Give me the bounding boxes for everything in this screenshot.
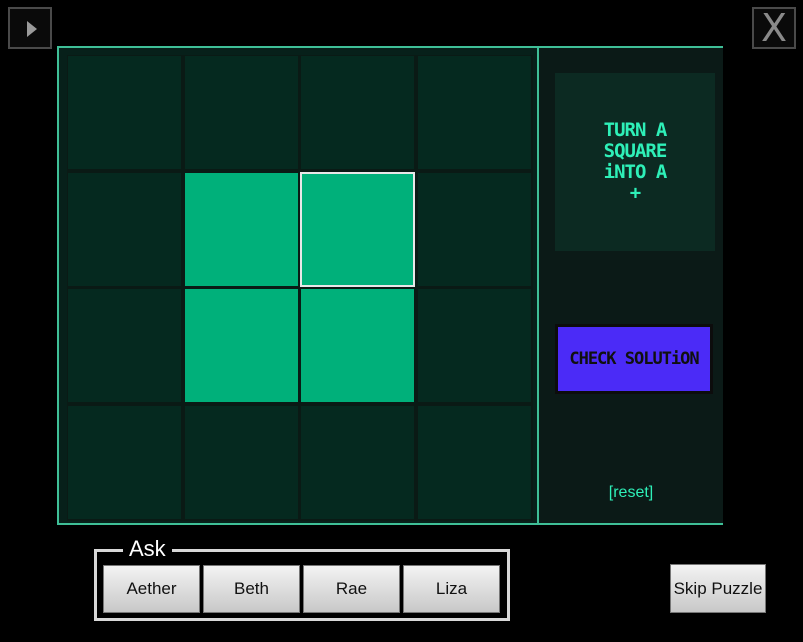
- grid-cell-r3-c2[interactable]: [300, 405, 415, 520]
- instruction-line: TURN A: [603, 119, 668, 141]
- instruction-line: +: [629, 182, 641, 204]
- grid-cell-r2-c3[interactable]: [417, 288, 532, 403]
- grid-cell-r3-c3[interactable]: [417, 405, 532, 520]
- grid-cell-r1-c0[interactable]: [67, 172, 182, 287]
- grid-cell-r2-c2[interactable]: [300, 288, 415, 403]
- puzzle-sidebar: TURN A SQUARE iNTO A + CHECK SOLUTiON [r…: [537, 48, 723, 523]
- grid-cell-r3-c1[interactable]: [184, 405, 299, 520]
- ask-group: Ask Aether Beth Rae Liza: [94, 536, 510, 621]
- grid-cell-r0-c0[interactable]: [67, 55, 182, 170]
- grid-cell-r1-c2[interactable]: [300, 172, 415, 287]
- grid-cell-r1-c1[interactable]: [184, 172, 299, 287]
- ask-rae-button[interactable]: Rae: [303, 565, 400, 613]
- reset-link[interactable]: [reset]: [539, 484, 723, 502]
- ask-aether-button[interactable]: Aether: [103, 565, 200, 613]
- grid-cell-r3-c0[interactable]: [67, 405, 182, 520]
- puzzle-grid: [67, 55, 533, 521]
- ask-beth-button[interactable]: Beth: [203, 565, 300, 613]
- skip-puzzle-button[interactable]: Skip Puzzle: [670, 564, 766, 613]
- play-icon: [27, 21, 37, 37]
- grid-cell-r2-c0[interactable]: [67, 288, 182, 403]
- puzzle-panel: TURN A SQUARE iNTO A + CHECK SOLUTiON [r…: [57, 46, 723, 525]
- instruction-line: iNTO A: [603, 161, 668, 183]
- ask-label: Ask: [123, 536, 172, 562]
- grid-cell-r2-c1[interactable]: [184, 288, 299, 403]
- grid-cell-r0-c1[interactable]: [184, 55, 299, 170]
- close-icon: X: [760, 6, 788, 50]
- grid-cell-r0-c3[interactable]: [417, 55, 532, 170]
- grid-cell-r1-c3[interactable]: [417, 172, 532, 287]
- check-solution-button[interactable]: CHECK SOLUTiON: [555, 324, 713, 394]
- grid-cell-r0-c2[interactable]: [300, 55, 415, 170]
- instruction-box: TURN A SQUARE iNTO A +: [555, 73, 715, 251]
- close-button[interactable]: X: [752, 7, 796, 49]
- play-button[interactable]: [8, 7, 52, 49]
- instruction-line: SQUARE: [603, 140, 668, 162]
- ask-liza-button[interactable]: Liza: [403, 565, 500, 613]
